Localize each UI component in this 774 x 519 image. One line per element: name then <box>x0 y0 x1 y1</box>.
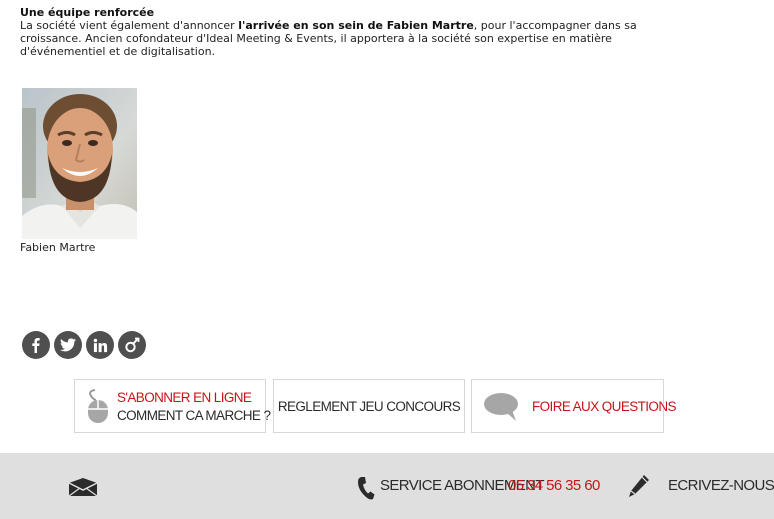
subscribe-online-label: S'ABONNER EN LIGNE <box>117 390 252 405</box>
viadeo-share-button[interactable] <box>118 331 146 359</box>
article-paragraph: La société vient également d'annoncer l'… <box>20 19 680 58</box>
portrait-image <box>22 88 137 239</box>
envelope-icon[interactable] <box>68 477 98 497</box>
contest-rules-label: REGLEMENT JEU CONCOURS <box>277 399 461 414</box>
subscribe-online-card[interactable]: S'ABONNER EN LIGNE COMMENT CA MARCHE ? <box>74 379 271 433</box>
twitter-share-button[interactable] <box>54 331 82 359</box>
faq-label: FOIRE AUX QUESTIONS <box>532 399 676 414</box>
photo-caption: Fabien Martre <box>20 241 96 254</box>
facebook-icon <box>32 338 40 353</box>
how-it-works-label: COMMENT CA MARCHE ? <box>117 408 271 423</box>
social-share-bar <box>22 331 146 359</box>
write-to-us-link[interactable]: ECRIVEZ-NOUS <box>668 477 774 494</box>
computer-mouse-icon <box>88 389 108 423</box>
paragraph-bold-text: l'arrivée en son sein de Fabien Martre <box>238 19 474 32</box>
phone-icon <box>358 477 375 500</box>
pencil-icon <box>629 475 649 497</box>
viadeo-icon <box>125 337 140 353</box>
linkedin-share-button[interactable] <box>86 331 114 359</box>
portrait-photo <box>22 88 137 239</box>
article-section: Une équipe renforcée La société vient ég… <box>20 6 680 58</box>
subscription-phone-number[interactable]: 05 34 56 35 60 <box>508 477 600 494</box>
speech-bubble-icon <box>484 393 518 421</box>
facebook-share-button[interactable] <box>22 331 50 359</box>
faq-card[interactable]: FOIRE AUX QUESTIONS <box>471 379 676 433</box>
paragraph-text-start: La société vient également d'annoncer <box>20 19 239 32</box>
footer-bar: SERVICE ABONNEMENT 05 34 56 35 60 ECRIVE… <box>0 453 774 519</box>
section-heading: Une équipe renforcée <box>20 6 155 19</box>
contest-rules-card[interactable]: REGLEMENT JEU CONCOURS <box>273 379 465 433</box>
twitter-icon <box>60 338 76 352</box>
linkedin-icon <box>93 338 107 352</box>
